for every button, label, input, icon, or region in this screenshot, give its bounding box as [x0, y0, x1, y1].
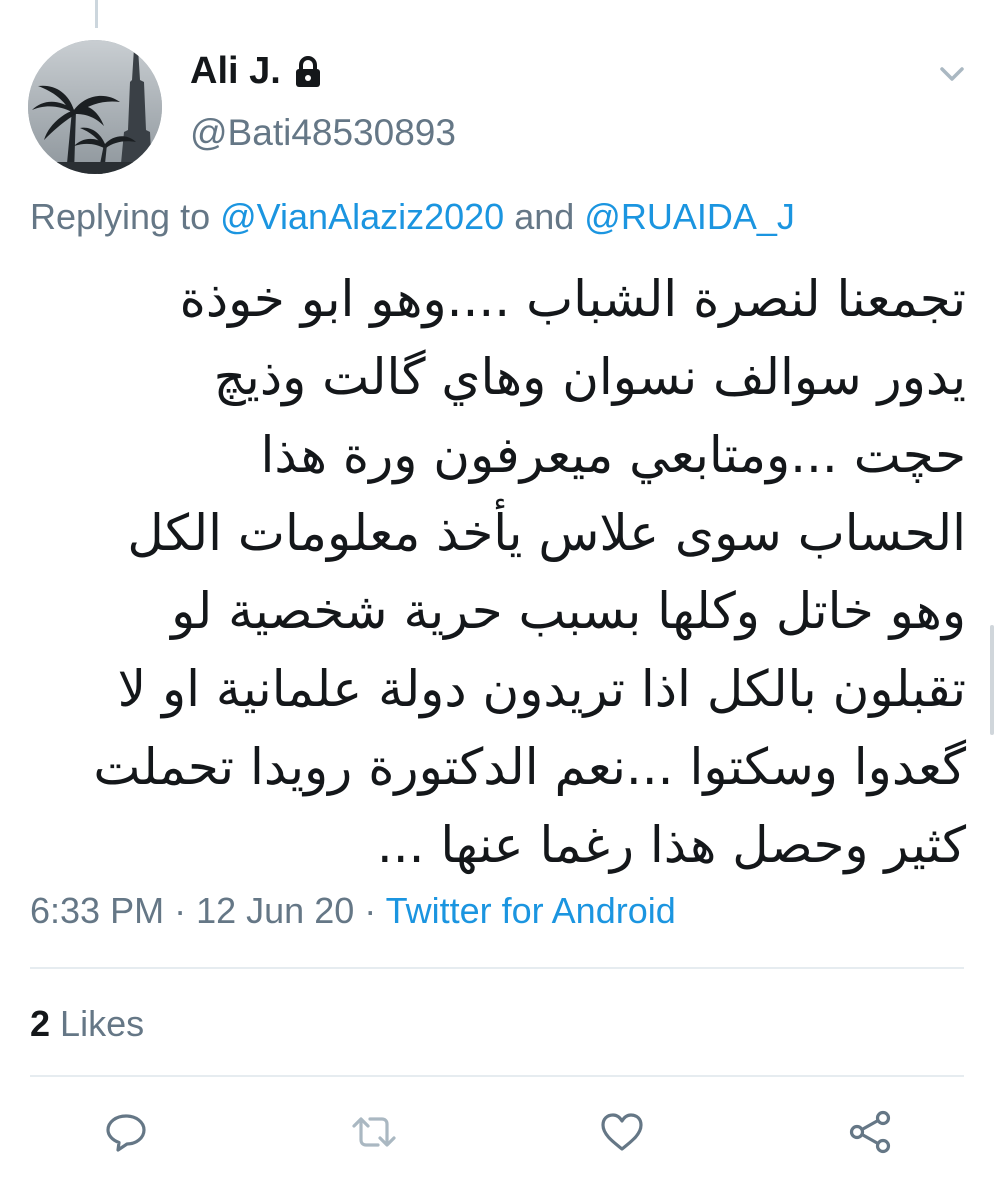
meta-separator: ·	[364, 890, 377, 931]
likes-count: 2	[30, 1003, 51, 1044]
divider	[30, 1075, 964, 1077]
tweet-text-line: گعدوا وسكتوا ...نعم الدكتورة رويدا تحملت	[93, 738, 966, 796]
retweet-icon[interactable]	[350, 1108, 398, 1156]
tweet-meta: 6:33 PM · 12 Jun 20 · Twitter for Androi…	[30, 890, 676, 932]
thread-connector-line	[95, 0, 98, 28]
tweet-text: تجمعنا لنصرة الشباب ....وهو ابو خوذة يدو…	[26, 260, 966, 884]
tweet-time: 6:33 PM	[30, 890, 165, 931]
replying-to-label: Replying to	[30, 196, 211, 237]
likes-count-link[interactable]: 2 Likes	[30, 1003, 144, 1045]
avatar[interactable]	[28, 40, 162, 174]
tweet-text-line: تجمعنا لنصرة الشباب ....وهو ابو خوذة	[179, 270, 966, 328]
share-icon[interactable]	[846, 1108, 894, 1156]
tweet-text-line: تقبلون بالكل اذا تريدون دولة علمانية او …	[117, 660, 966, 718]
tweet-date: 12 Jun 20	[196, 890, 355, 931]
tweet-text-line: وهو خاتل وكلها بسبب حرية شخصية لو	[171, 582, 966, 640]
author-display-name[interactable]: Ali J.	[190, 50, 281, 93]
lock-icon	[293, 55, 323, 89]
likes-label: Likes	[60, 1003, 145, 1044]
tweet-text-line: حچت ...ومتابعي ميعرفون ورة هذا	[260, 426, 966, 484]
tweet-text-line: يدور سوالف نسوان وهاي گالت وذيچ	[213, 348, 966, 406]
like-icon[interactable]	[598, 1108, 646, 1156]
divider	[30, 967, 964, 969]
mention-vianalaziz2020[interactable]: @VianAlaziz2020	[220, 196, 504, 237]
chevron-down-icon[interactable]	[934, 60, 970, 88]
avatar-image	[28, 40, 162, 174]
tweet-text-line: كثير وحصل هذا رغما عنها ...	[376, 816, 966, 874]
author-name-row[interactable]: Ali J.	[190, 50, 323, 93]
tweet-text-line: الحساب سوى علاس يأخذ معلومات الكل	[127, 504, 966, 562]
mention-ruaida-j[interactable]: @RUAIDA_J	[584, 196, 795, 237]
scrollbar[interactable]	[990, 625, 994, 735]
replying-to-line: Replying to @VianAlaziz2020 and @RUAIDA_…	[30, 196, 795, 238]
reply-icon[interactable]	[102, 1108, 150, 1156]
author-handle[interactable]: @Bati48530893	[190, 112, 456, 154]
replying-conjunction: and	[514, 196, 575, 237]
tweet-action-bar	[0, 1102, 994, 1162]
meta-separator: ·	[174, 890, 187, 931]
tweet-source-link[interactable]: Twitter for Android	[386, 890, 676, 931]
